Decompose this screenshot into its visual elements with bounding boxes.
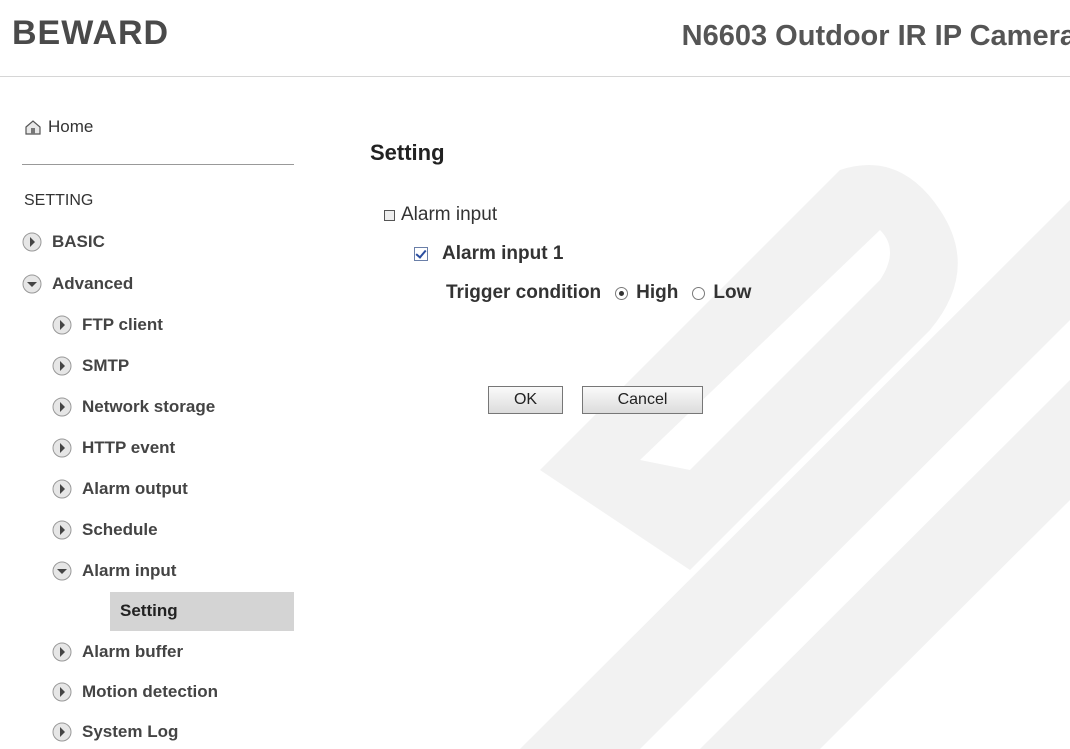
sidebar-subitem-setting[interactable]: Setting (110, 592, 294, 631)
sidebar-item-label: HTTP event (82, 438, 176, 457)
trigger-condition-row: Trigger condition High Low (446, 282, 751, 304)
alarm-input-1-label: Alarm input 1 (442, 243, 564, 264)
home-link[interactable]: Home (24, 117, 93, 137)
sidebar-item-label: Alarm input (82, 561, 177, 580)
cancel-button[interactable]: Cancel (582, 386, 703, 414)
sidebar-item-label: FTP client (82, 315, 163, 334)
sidebar-item-alarm-buffer[interactable]: Alarm buffer (52, 642, 183, 662)
chevron-right-icon (52, 356, 72, 376)
sidebar: Home SETTING BASIC Advanced FTP client S… (0, 77, 295, 749)
trigger-high-radio[interactable] (615, 286, 629, 300)
sidebar-item-smtp[interactable]: SMTP (52, 356, 129, 376)
sidebar-item-http-event[interactable]: HTTP event (52, 438, 175, 458)
sidebar-item-schedule[interactable]: Schedule (52, 520, 158, 540)
sidebar-item-label: Schedule (82, 520, 158, 539)
sidebar-item-label: Network storage (82, 397, 216, 416)
sidebar-item-system-log[interactable]: System Log (52, 722, 178, 742)
sidebar-item-label: Alarm buffer (82, 642, 184, 661)
content-title: Setting (370, 140, 445, 165)
trigger-condition-label: Trigger condition (446, 282, 602, 303)
alarm-input-1-checkbox[interactable] (414, 247, 428, 261)
sidebar-item-motion-detection[interactable]: Motion detection (52, 682, 218, 702)
sidebar-item-basic[interactable]: BASIC (22, 232, 105, 252)
chevron-right-icon (52, 315, 72, 335)
chevron-down-icon (52, 561, 72, 581)
chevron-right-icon (52, 397, 72, 417)
sidebar-item-label: System Log (82, 722, 179, 741)
sidebar-item-alarm-output[interactable]: Alarm output (52, 479, 188, 499)
chevron-right-icon (52, 438, 72, 458)
chevron-right-icon (52, 722, 72, 742)
header: BEWARD N6603 Outdoor IR IP Camera (0, 0, 1070, 77)
alarm-input-section: Alarm input (384, 204, 497, 226)
sidebar-item-ftp-client[interactable]: FTP client (52, 315, 163, 335)
brand-logo: BEWARD (12, 14, 170, 52)
trigger-low-label[interactable]: Low (713, 282, 751, 304)
sidebar-item-alarm-input[interactable]: Alarm input (52, 561, 176, 581)
sidebar-item-label: Alarm output (82, 479, 188, 498)
sidebar-subitem-label: Setting (120, 601, 178, 620)
sidebar-item-label: Advanced (52, 274, 134, 293)
sidebar-item-label: SMTP (82, 356, 130, 375)
chevron-right-icon (52, 642, 72, 662)
trigger-high-label[interactable]: High (636, 282, 678, 304)
home-icon (25, 120, 41, 135)
page-title: N6603 Outdoor IR IP Camera (681, 20, 1070, 52)
chevron-right-icon (52, 682, 72, 702)
bullet-square-icon (384, 209, 395, 221)
sidebar-item-network-storage[interactable]: Network storage (52, 397, 215, 417)
chevron-right-icon (22, 232, 42, 252)
sidebar-divider (22, 164, 294, 165)
ok-button[interactable]: OK (488, 386, 563, 414)
alarm-input-1-row: Alarm input 1 (414, 243, 563, 265)
home-label: Home (48, 117, 94, 136)
chevron-right-icon (52, 479, 72, 499)
chevron-right-icon (52, 520, 72, 540)
sidebar-item-advanced[interactable]: Advanced (22, 274, 133, 294)
trigger-low-radio[interactable] (692, 286, 706, 300)
sidebar-item-label: Motion detection (82, 682, 218, 701)
sidebar-section-setting: SETTING (24, 192, 94, 209)
chevron-down-icon (22, 274, 42, 294)
sidebar-item-label: BASIC (52, 232, 105, 251)
section-label: Alarm input (401, 204, 498, 225)
